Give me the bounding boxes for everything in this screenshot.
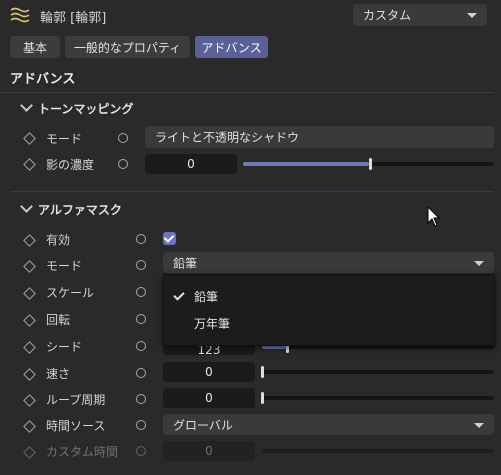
- speed-label: 速さ: [46, 367, 71, 381]
- group-tone-mapping[interactable]: トーンマッピング: [38, 100, 133, 117]
- link-circle-icon[interactable]: [136, 341, 146, 351]
- link-circle-icon[interactable]: [136, 368, 146, 378]
- scale-label: スケール: [46, 286, 95, 300]
- shadow-density-input[interactable]: 0: [145, 154, 237, 174]
- alpha-mode-dropdown[interactable]: 鉛筆: [163, 252, 494, 273]
- tab-basic[interactable]: 基本: [10, 36, 60, 58]
- keyframe-diamond-icon[interactable]: [23, 314, 36, 327]
- keyframe-diamond-icon: [23, 446, 36, 459]
- chevron-down-icon: [467, 13, 477, 18]
- slider-handle[interactable]: [261, 366, 264, 378]
- loop-period-label: ループ周期: [46, 393, 106, 407]
- slider-handle[interactable]: [261, 392, 264, 404]
- link-circle-icon[interactable]: [136, 314, 146, 324]
- chevron-down-icon[interactable]: [20, 99, 33, 112]
- custom-time-slider: [262, 449, 494, 453]
- effect-title: 輪郭 [輪郭]: [40, 11, 107, 26]
- enabled-checkbox[interactable]: [163, 232, 176, 245]
- alpha-mode-label: モード: [46, 259, 83, 273]
- tone-mode-label: モード: [46, 132, 83, 146]
- speed-slider[interactable]: [262, 370, 494, 374]
- tone-mode-dropdown[interactable]: ライトと不透明なシャドウ: [145, 126, 494, 148]
- time-source-dropdown[interactable]: グローバル: [163, 414, 494, 435]
- keyframe-diamond-icon[interactable]: [23, 368, 36, 381]
- section-title: アドバンス: [10, 72, 76, 87]
- group-alpha-mask[interactable]: アルファマスク: [38, 201, 122, 218]
- mode-dropdown-menu: 鉛筆 万年筆: [163, 274, 495, 346]
- checkmark-icon: [173, 289, 185, 301]
- link-circle-icon[interactable]: [136, 260, 146, 270]
- keyframe-diamond-icon[interactable]: [23, 394, 36, 407]
- slider-handle[interactable]: [369, 158, 372, 170]
- loop-period-input[interactable]: 0: [163, 388, 255, 408]
- speed-input[interactable]: 0: [163, 362, 255, 382]
- keyframe-diamond-icon[interactable]: [23, 420, 36, 433]
- contour-effect-icon: [10, 7, 30, 23]
- shadow-density-fill: [243, 162, 369, 166]
- seed-label: シード: [46, 340, 83, 354]
- custom-time-label: カスタム時間: [46, 445, 119, 459]
- link-circle-icon[interactable]: [136, 287, 146, 297]
- keyframe-diamond-icon[interactable]: [23, 260, 36, 273]
- divider: [10, 191, 494, 192]
- chevron-down-icon[interactable]: [20, 200, 33, 213]
- title-bar: 輪郭 [輪郭] カスタム: [0, 0, 501, 30]
- menu-item-pencil[interactable]: 鉛筆: [194, 288, 218, 305]
- rotation-label: 回転: [46, 313, 71, 327]
- tab-advanced[interactable]: アドバンス: [195, 36, 268, 58]
- custom-time-input: 0: [163, 441, 255, 461]
- preset-dropdown[interactable]: カスタム: [353, 4, 487, 26]
- time-source-label: 時間ソース: [46, 419, 106, 433]
- time-source-value: グローバル: [173, 418, 233, 432]
- tone-mode-value: ライトと不透明なシャドウ: [155, 130, 300, 145]
- preset-value: カスタム: [363, 8, 412, 23]
- keyframe-diamond-icon[interactable]: [23, 341, 36, 354]
- alpha-mode-value: 鉛筆: [173, 256, 198, 270]
- link-circle-icon[interactable]: [118, 133, 128, 143]
- keyframe-diamond-icon[interactable]: [23, 132, 36, 145]
- shadow-density-label: 影の濃度: [46, 158, 95, 172]
- link-circle-icon[interactable]: [136, 420, 146, 430]
- link-circle-icon[interactable]: [136, 234, 146, 244]
- keyframe-diamond-icon[interactable]: [23, 287, 36, 300]
- loop-period-slider[interactable]: [262, 396, 494, 400]
- enabled-label: 有効: [46, 233, 71, 247]
- link-circle-icon[interactable]: [136, 394, 146, 404]
- link-circle-icon[interactable]: [118, 159, 128, 169]
- tab-general-properties[interactable]: 一般的なプロパティ: [65, 36, 190, 58]
- keyframe-diamond-icon[interactable]: [23, 158, 36, 171]
- chevron-down-icon: [474, 422, 484, 428]
- divider: [0, 92, 494, 93]
- link-circle-icon: [136, 446, 146, 456]
- keyframe-diamond-icon[interactable]: [23, 234, 36, 247]
- chevron-down-icon: [474, 260, 484, 266]
- menu-item-fountain-pen[interactable]: 万年筆: [194, 315, 230, 332]
- mouse-cursor-icon: [427, 206, 441, 227]
